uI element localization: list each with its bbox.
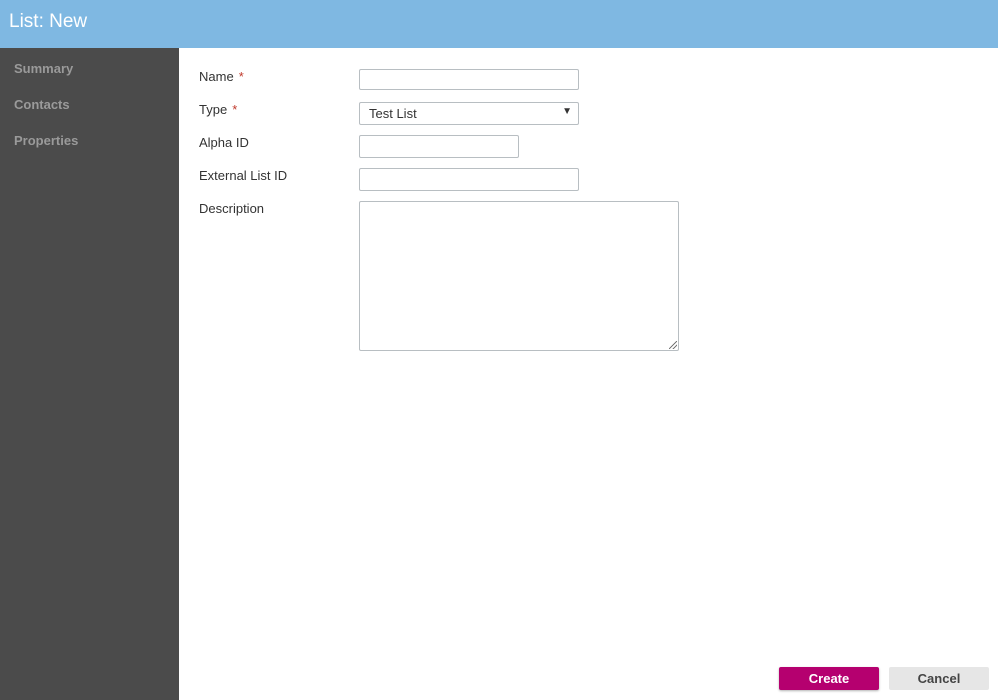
name-label: Name * [199,69,244,84]
name-label-text: Name [199,69,234,84]
name-input[interactable] [359,69,579,90]
description-label: Description [199,201,265,216]
sidebar: Summary Contacts Properties [0,48,179,700]
resize-grip-icon[interactable] [669,341,677,349]
type-label-text: Type [199,102,228,117]
sidebar-item-summary[interactable]: Summary [14,61,73,76]
header-bar: List: New [0,0,998,48]
page-title: List: New [9,11,88,32]
dropdown-arrow-icon: ▼ [562,106,572,117]
sidebar-item-contacts[interactable]: Contacts [14,97,70,112]
type-select-value: Test List [369,106,417,121]
external-list-id-input[interactable] [359,168,579,191]
required-marker: * [232,102,238,117]
sidebar-item-properties[interactable]: Properties [14,133,78,148]
type-select[interactable]: Test List ▼ [359,102,579,125]
description-textarea[interactable] [359,201,679,351]
type-label: Type * [199,102,237,117]
cancel-button[interactable]: Cancel [889,667,989,690]
create-button[interactable]: Create [779,667,879,690]
required-marker: * [238,69,244,84]
alpha-id-label: Alpha ID [199,135,249,150]
alpha-id-input[interactable] [359,135,519,158]
external-list-id-label: External List ID [199,168,288,183]
